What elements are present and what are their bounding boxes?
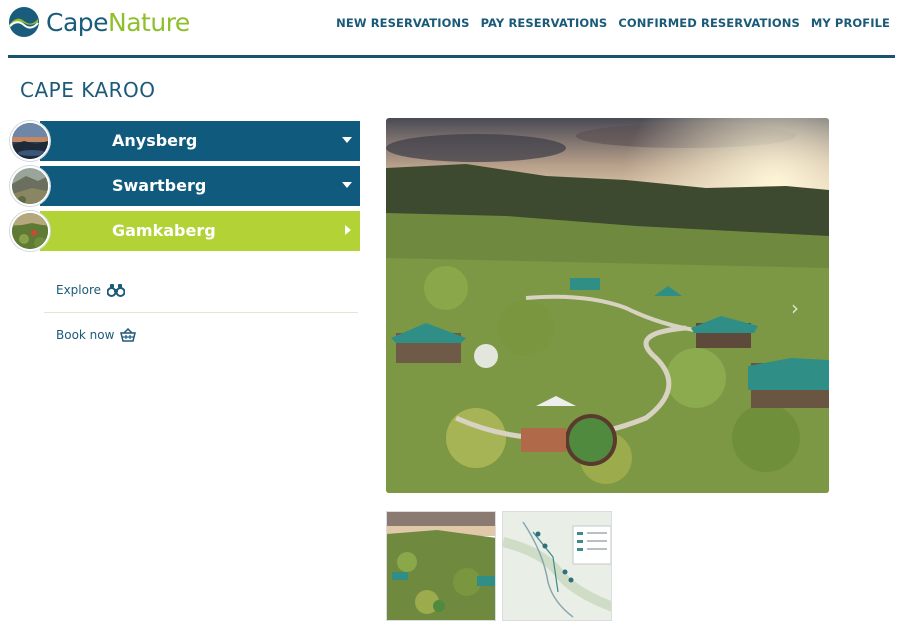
header: CapeNature NEW RESERVATIONS PAY RESERVAT… [0,0,902,58]
reserve-bar: Swartberg [40,166,360,206]
logo-text: CapeNature [46,7,190,37]
nav-confirmed-reservations[interactable]: CONFIRMED RESERVATIONS [618,16,800,30]
top-nav: NEW RESERVATIONS PAY RESERVATIONS CONFIR… [325,16,890,30]
book-now-link[interactable]: Book now [44,313,358,357]
reserve-actions: Explore Book now [44,268,358,357]
reserve-item-swartberg[interactable]: Swartberg [10,166,360,206]
reserve-list: Anysberg Swartberg Gamkaberg [10,121,360,256]
binoculars-icon [107,283,126,297]
explore-label: Explore [56,283,102,297]
chevron-down-icon[interactable] [342,137,352,143]
reserve-thumbnail [10,211,50,251]
nav-new-reservations[interactable]: NEW RESERVATIONS [336,16,469,30]
reserve-label: Anysberg [112,131,198,150]
chevron-right-icon[interactable] [345,225,351,235]
page-title: CAPE KAROO [20,78,156,102]
aerial-camp-thumbnail[interactable] [386,511,496,621]
gallery-thumbnails [386,511,618,621]
chevron-down-icon[interactable] [342,182,352,188]
map-thumbnail[interactable] [502,511,612,621]
reserve-label: Gamkaberg [112,221,216,240]
basket-icon [120,328,137,342]
logo-mark-icon [9,7,39,37]
reserve-thumbnail [10,121,50,161]
reserve-bar: Anysberg [40,121,360,161]
header-divider [8,55,895,58]
reserve-label: Swartberg [112,176,207,195]
reserve-thumbnail [10,166,50,206]
aerial-camp-photo[interactable]: › [386,118,829,493]
explore-link[interactable]: Explore [44,268,358,312]
chevron-right-icon[interactable]: › [791,296,799,320]
reserve-bar: Gamkaberg [40,211,360,251]
capenature-logo[interactable]: CapeNature [8,6,190,38]
nav-my-profile[interactable]: MY PROFILE [811,16,890,30]
nav-pay-reservations[interactable]: PAY RESERVATIONS [481,16,608,30]
book-now-label: Book now [56,328,115,342]
reserve-item-anysberg[interactable]: Anysberg [10,121,360,161]
reserve-item-gamkaberg[interactable]: Gamkaberg [10,211,360,251]
